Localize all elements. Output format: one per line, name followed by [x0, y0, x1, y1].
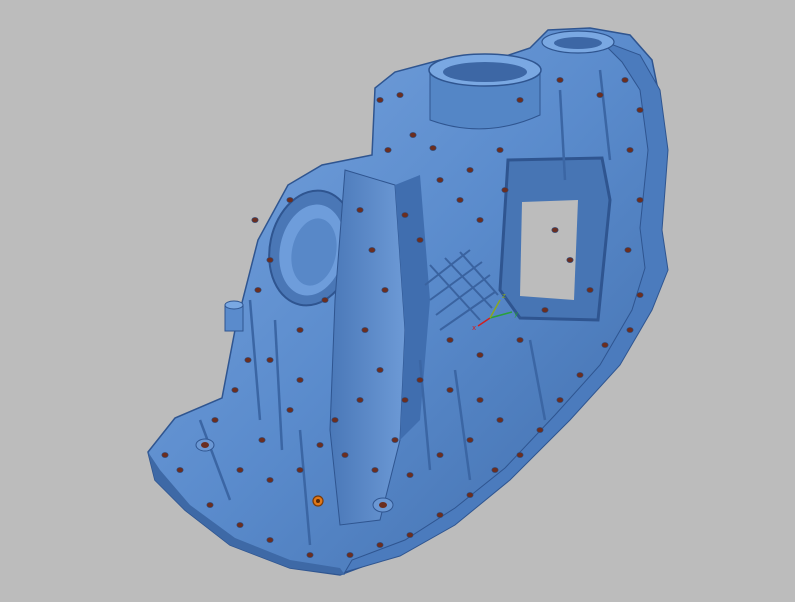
mounting-hole — [231, 387, 239, 393]
mounting-hole — [626, 327, 634, 333]
mounting-hole — [516, 337, 524, 343]
mounting-hole — [621, 77, 629, 83]
mounting-hole — [356, 207, 364, 213]
mounting-hole — [346, 552, 354, 558]
mounting-hole — [409, 132, 417, 138]
mounting-hole — [496, 417, 504, 423]
mounting-hole — [376, 97, 384, 103]
mounting-hole — [476, 352, 484, 358]
mounting-hole — [596, 92, 604, 98]
mounting-hole — [496, 147, 504, 153]
mounting-hole — [626, 147, 634, 153]
mounting-hole — [258, 437, 266, 443]
mounting-hole — [381, 287, 389, 293]
mounting-hole — [466, 437, 474, 443]
mounting-hole — [266, 357, 274, 363]
mounting-hole — [416, 377, 424, 383]
mounting-hole — [436, 512, 444, 518]
mounting-hole — [429, 145, 437, 151]
mounting-hole — [401, 397, 409, 403]
mounting-hole — [331, 417, 339, 423]
mounting-hole — [601, 342, 609, 348]
mounting-hole — [368, 247, 376, 253]
mounting-hole — [296, 467, 304, 473]
mounting-hole — [636, 197, 644, 203]
mounting-hole — [551, 227, 559, 233]
mounting-hole — [211, 417, 219, 423]
mounting-hole — [206, 502, 214, 508]
triad-y-label: y — [514, 310, 518, 318]
top-cylinder-boss[interactable] — [428, 53, 542, 130]
mounting-hole — [556, 77, 564, 83]
mounting-hole — [466, 167, 474, 173]
mounting-hole — [396, 92, 404, 98]
mounting-hole — [356, 397, 364, 403]
mounting-hole — [266, 477, 274, 483]
scan-model-canvas[interactable]: x y z — [0, 0, 795, 602]
rear-cylinder-boss[interactable] — [541, 30, 615, 54]
triad-x-label: x — [472, 324, 476, 332]
mounting-hole — [236, 467, 244, 473]
mounting-hole — [406, 532, 414, 538]
mounting-hole — [391, 437, 399, 443]
mounting-hole — [586, 287, 594, 293]
rectangular-window[interactable] — [498, 156, 612, 322]
mounting-hole — [636, 107, 644, 113]
mounting-hole — [401, 212, 409, 218]
mounting-hole — [371, 467, 379, 473]
mounting-hole — [476, 397, 484, 403]
mounting-hole — [316, 442, 324, 448]
mounting-hole — [541, 307, 549, 313]
mounting-hole — [436, 452, 444, 458]
mounting-hole — [376, 542, 384, 548]
mounting-hole — [254, 287, 262, 293]
mounting-hole — [406, 472, 414, 478]
mounting-hole — [376, 367, 384, 373]
mounting-hole — [306, 552, 314, 558]
triad-z-label: z — [502, 292, 506, 300]
mounting-hole — [446, 387, 454, 393]
mounting-hole — [341, 452, 349, 458]
mounting-hole — [416, 237, 424, 243]
mounting-hole — [321, 297, 329, 303]
mounting-hole — [446, 337, 454, 343]
mounting-hole — [384, 147, 392, 153]
mounting-hole — [466, 492, 474, 498]
mounting-hole — [251, 217, 259, 223]
mounting-hole — [516, 97, 524, 103]
mounting-hole — [436, 177, 444, 183]
mounting-hole — [161, 452, 169, 458]
mounting-hole — [244, 357, 252, 363]
mounting-hole — [266, 537, 274, 543]
probe-marker[interactable] — [312, 495, 324, 507]
mounting-hole — [266, 257, 274, 263]
mounting-hole — [296, 377, 304, 383]
side-stud[interactable] — [224, 300, 244, 332]
mounting-hole — [536, 427, 544, 433]
mounting-hole — [286, 197, 294, 203]
mounting-hole — [624, 247, 632, 253]
mounting-hole — [176, 467, 184, 473]
3d-viewport[interactable]: x y z — [0, 0, 795, 602]
mounting-hole — [361, 327, 369, 333]
mounting-hole — [296, 327, 304, 333]
mounting-hole — [236, 522, 244, 528]
mounting-hole — [501, 187, 509, 193]
mounting-hole — [456, 197, 464, 203]
mounting-hole — [556, 397, 564, 403]
mounting-hole — [636, 292, 644, 298]
mounting-hole — [491, 467, 499, 473]
mounting-hole — [516, 452, 524, 458]
mounting-hole — [576, 372, 584, 378]
mounting-hole — [476, 217, 484, 223]
mounting-hole — [286, 407, 294, 413]
mounting-hole — [566, 257, 574, 263]
